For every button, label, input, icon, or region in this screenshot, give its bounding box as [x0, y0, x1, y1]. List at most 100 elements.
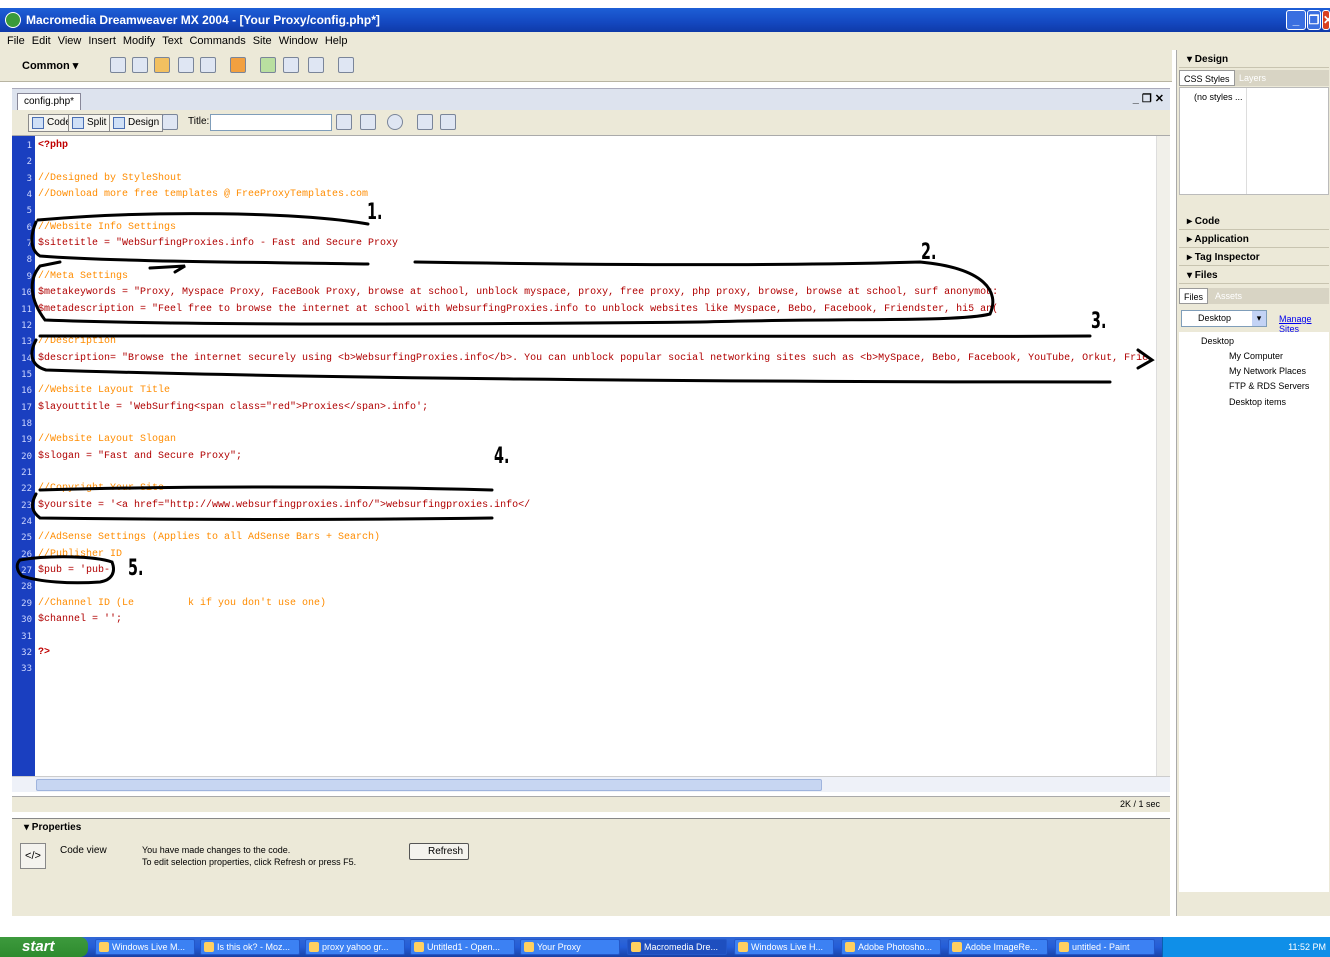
code-line[interactable] — [38, 318, 1148, 334]
menu-help[interactable]: Help — [325, 35, 348, 47]
code-line[interactable]: $layouttitle = 'WebSurfing<span class="r… — [38, 400, 1148, 416]
taskbar-item-paint[interactable]: untitled - Paint — [1055, 939, 1155, 955]
tree-item-desktop-items[interactable]: Desktop items — [1229, 395, 1286, 409]
files-panel-header[interactable]: ▾ Files — [1179, 268, 1329, 284]
chevron-down-icon[interactable]: ▾ — [1252, 311, 1266, 326]
code-line[interactable]: //Copyright Your Site — [38, 481, 1148, 497]
application-panel-header[interactable]: ▸ Application — [1179, 232, 1329, 248]
manage-sites-link[interactable]: Manage Sites — [1279, 314, 1330, 334]
code-line[interactable] — [38, 367, 1148, 383]
taskbar-item-firefox[interactable]: Is this ok? - Moz... — [200, 939, 300, 955]
tab-layers[interactable]: Layers — [1235, 70, 1270, 86]
tab-files[interactable]: Files — [1179, 288, 1209, 304]
code-line[interactable]: $metakeywords = "Proxy, Myspace Proxy, F… — [38, 285, 1148, 301]
menu-site[interactable]: Site — [253, 35, 272, 47]
tag-chooser-icon[interactable] — [338, 57, 354, 73]
date-icon[interactable] — [260, 57, 276, 73]
code-line[interactable]: //AdSense Settings (Applies to all AdSen… — [38, 530, 1148, 546]
taskbar-item-live-hotmail[interactable]: Windows Live H... — [734, 939, 834, 955]
code-line[interactable] — [38, 154, 1148, 170]
image-icon[interactable] — [230, 57, 246, 73]
taskbar-item-yahoo[interactable]: proxy yahoo gr... — [305, 939, 405, 955]
tab-css-styles[interactable]: CSS Styles — [1179, 70, 1235, 86]
code-line[interactable]: <?php — [38, 138, 1148, 154]
start-button[interactable]: start — [0, 937, 88, 957]
menu-commands[interactable]: Commands — [189, 35, 245, 47]
design-panel-header[interactable]: ▾ Design — [1179, 52, 1329, 68]
close-button[interactable]: ✕ — [1322, 10, 1330, 30]
menu-text[interactable]: Text — [162, 35, 182, 47]
properties-header[interactable]: ▾ Properties — [24, 822, 81, 833]
tree-item-my-computer[interactable]: My Computer — [1229, 349, 1283, 363]
taskbar-item-your-proxy[interactable]: Your Proxy — [520, 939, 620, 955]
code-line[interactable] — [38, 203, 1148, 219]
page-title-input[interactable] — [210, 114, 332, 131]
design-view-button[interactable]: Design — [109, 114, 164, 132]
code-line[interactable]: //Designed by StyleShout — [38, 171, 1148, 187]
email-link-icon[interactable] — [132, 57, 148, 73]
menu-modify[interactable]: Modify — [123, 35, 155, 47]
code-line[interactable]: $metadescription = "Feel free to browse … — [38, 302, 1148, 318]
refresh-icon[interactable] — [417, 114, 433, 130]
code-line[interactable]: //Website Layout Title — [38, 383, 1148, 399]
preview-browser-icon[interactable] — [387, 114, 403, 130]
code-line[interactable] — [38, 579, 1148, 595]
code-line[interactable]: //Description — [38, 334, 1148, 350]
menu-file[interactable]: File — [7, 35, 25, 47]
code-line[interactable] — [38, 629, 1148, 645]
code-editor[interactable]: 1 2 3 4 5 6 7 8 9 10 11 12 13 14 15 16 17 18 19 20 21 22 23 24 2… — [12, 136, 1170, 776]
code-line[interactable]: //Meta Settings — [38, 269, 1148, 285]
view-options-icon[interactable] — [440, 114, 456, 130]
menu-window[interactable]: Window — [279, 35, 318, 47]
code-line[interactable]: $channel = ''; — [38, 612, 1148, 628]
code-line[interactable]: //Channel ID (Le k if you don't use one) — [38, 596, 1148, 612]
maximize-button[interactable]: ❐ — [1307, 10, 1321, 30]
code-line[interactable]: ?> — [38, 645, 1148, 661]
taskbar-item-dreamweaver[interactable]: Macromedia Dre... — [627, 939, 727, 955]
validate-icon[interactable] — [336, 114, 352, 130]
code-line[interactable]: $slogan = "Fast and Secure Proxy"; — [38, 449, 1148, 465]
live-data-icon[interactable] — [162, 114, 178, 130]
split-view-button[interactable]: Split — [68, 114, 111, 132]
hyperlink-icon[interactable] — [110, 57, 126, 73]
code-panel-header[interactable]: ▸ Code — [1179, 214, 1329, 230]
horizontal-scroll-thumb[interactable] — [36, 779, 822, 791]
refresh-button[interactable]: Refresh — [409, 843, 469, 860]
editor-horizontal-scrollbar[interactable] — [12, 776, 1170, 792]
code-line[interactable] — [38, 465, 1148, 481]
taskbar-item-live-messenger[interactable]: Windows Live M... — [95, 939, 195, 955]
code-line[interactable]: //Website Info Settings — [38, 220, 1148, 236]
template-icon[interactable] — [308, 57, 324, 73]
code-line[interactable]: $sitetitle = "WebSurfingProxies.info - F… — [38, 236, 1148, 252]
menu-edit[interactable]: Edit — [32, 35, 51, 47]
insert-category-select[interactable]: Common ▾ — [22, 59, 78, 72]
code-line[interactable] — [38, 514, 1148, 530]
code-line[interactable]: $yoursite = '<a href="http://www.websurf… — [38, 498, 1148, 514]
code-line[interactable]: //Website Layout Slogan — [38, 432, 1148, 448]
taskbar-item-openoffice[interactable]: Untitled1 - Open... — [410, 939, 515, 955]
taskbar-item-photoshop[interactable]: Adobe Photosho... — [841, 939, 941, 955]
tag-inspector-panel-header[interactable]: ▸ Tag Inspector — [1179, 250, 1329, 266]
table-icon[interactable] — [178, 57, 194, 73]
file-management-icon[interactable] — [360, 114, 376, 130]
tab-assets[interactable]: Assets — [1211, 288, 1246, 304]
code-line[interactable]: //Download more free templates @ FreePro… — [38, 187, 1148, 203]
comment-icon[interactable] — [283, 57, 299, 73]
site-select[interactable]: Desktop ▾ — [1181, 310, 1267, 327]
menu-insert[interactable]: Insert — [88, 35, 116, 47]
named-anchor-icon[interactable] — [154, 57, 170, 73]
code-line[interactable]: $description= "Browse the internet secur… — [38, 351, 1148, 367]
code-line[interactable]: $pub = 'pub-' — [38, 563, 1148, 579]
menu-view[interactable]: View — [58, 35, 82, 47]
tab-config-php[interactable]: config.php* — [17, 93, 82, 111]
tree-item-network-places[interactable]: My Network Places — [1229, 364, 1306, 378]
tree-item-ftp-rds[interactable]: FTP & RDS Servers — [1229, 379, 1309, 393]
editor-vertical-scrollbar[interactable] — [1156, 136, 1170, 776]
code-line[interactable]: //Publisher ID — [38, 547, 1148, 563]
code-line[interactable] — [38, 416, 1148, 432]
css-styles-list[interactable]: (no styles ... — [1179, 87, 1329, 195]
taskbar-item-imageready[interactable]: Adobe ImageRe... — [948, 939, 1048, 955]
code-line[interactable] — [38, 661, 1148, 677]
code-line[interactable] — [38, 252, 1148, 268]
minimize-button[interactable]: _ — [1286, 10, 1306, 30]
